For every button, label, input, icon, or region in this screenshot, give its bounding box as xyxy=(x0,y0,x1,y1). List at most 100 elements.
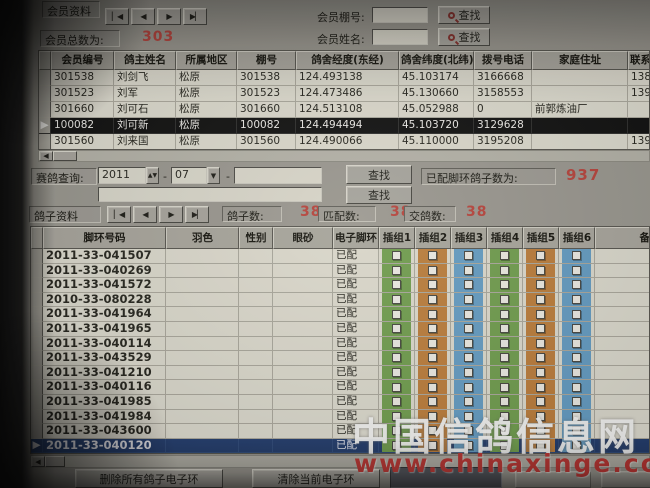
pigeon-table-row[interactable]: 2011-33-040116已配 xyxy=(31,380,649,395)
ring-search-button[interactable]: 查找 xyxy=(346,186,412,204)
pigeon-column-header[interactable]: 插组1 xyxy=(379,227,415,249)
member-column-header[interactable]: 联系电话 xyxy=(628,51,650,70)
group-checkbox-icon[interactable] xyxy=(392,397,401,406)
member-table-row[interactable]: 301538刘剑飞松原301538124.49313845.1031743166… xyxy=(39,70,649,86)
group-checkbox-icon[interactable] xyxy=(464,353,473,362)
member-nav-last-icon[interactable]: ▶▏ xyxy=(183,8,207,25)
member-column-header[interactable]: 家庭住址 xyxy=(532,51,628,70)
pigeon-nav-last-icon[interactable]: ▶▏ xyxy=(185,206,209,223)
member-column-header[interactable]: 会员编号 xyxy=(51,51,114,70)
pigeon-nav-prev-icon[interactable]: ◀ xyxy=(133,206,157,223)
group-checkbox-icon[interactable] xyxy=(572,266,581,275)
race-month-input[interactable]: 07 xyxy=(171,167,207,184)
group-checkbox-icon[interactable] xyxy=(464,339,473,348)
delete-all-rings-button[interactable]: 删除所有鸽子电子环 xyxy=(75,469,223,488)
member-nav-first-icon[interactable]: ▏◀ xyxy=(105,8,129,25)
pigeon-nav-first-icon[interactable]: ▏◀ xyxy=(107,206,131,223)
group-checkbox-icon[interactable] xyxy=(536,310,545,319)
group-checkbox-icon[interactable] xyxy=(500,353,509,362)
group-checkbox-icon[interactable] xyxy=(572,324,581,333)
member-column-header[interactable]: 鸽舍经度(东经) xyxy=(296,51,399,70)
group-checkbox-icon[interactable] xyxy=(464,368,473,377)
pigeon-column-header[interactable]: 性别 xyxy=(239,227,273,249)
group-checkbox-icon[interactable] xyxy=(572,310,581,319)
group-checkbox-icon[interactable] xyxy=(428,397,437,406)
group-checkbox-icon[interactable] xyxy=(572,383,581,392)
pigeon-table-row[interactable]: 2011-33-041572已配 xyxy=(31,278,649,293)
group-checkbox-icon[interactable] xyxy=(500,324,509,333)
member-name-search-button[interactable]: 查找 xyxy=(438,28,490,46)
month-dropdown-icon[interactable]: ▼ xyxy=(207,167,220,184)
group-checkbox-icon[interactable] xyxy=(428,295,437,304)
pigeon-column-header[interactable]: 备注 xyxy=(595,227,650,249)
group-checkbox-icon[interactable] xyxy=(536,339,545,348)
member-table-scrollbar[interactable]: ◀ xyxy=(38,150,650,162)
group-checkbox-icon[interactable] xyxy=(500,251,509,260)
group-checkbox-icon[interactable] xyxy=(536,368,545,377)
group-checkbox-icon[interactable] xyxy=(392,280,401,289)
group-checkbox-icon[interactable] xyxy=(392,310,401,319)
scrollbar-thumb[interactable] xyxy=(53,151,77,161)
group-checkbox-icon[interactable] xyxy=(500,295,509,304)
group-checkbox-icon[interactable] xyxy=(392,251,401,260)
pigeon-table-row[interactable]: 2011-33-041965已配 xyxy=(31,322,649,337)
member-table-row[interactable]: 301560刘来国松原301560124.49006645.1100003195… xyxy=(39,134,649,150)
group-checkbox-icon[interactable] xyxy=(392,266,401,275)
member-nav-prev-icon[interactable]: ◀ xyxy=(131,8,155,25)
group-checkbox-icon[interactable] xyxy=(572,339,581,348)
group-checkbox-icon[interactable] xyxy=(464,383,473,392)
group-checkbox-icon[interactable] xyxy=(392,339,401,348)
row-selector-header[interactable] xyxy=(39,51,51,70)
group-checkbox-icon[interactable] xyxy=(464,295,473,304)
group-checkbox-icon[interactable] xyxy=(428,251,437,260)
pigeon-table-row[interactable]: 2011-33-043529已配 xyxy=(31,351,649,366)
group-checkbox-icon[interactable] xyxy=(392,295,401,304)
group-checkbox-icon[interactable] xyxy=(392,383,401,392)
group-checkbox-icon[interactable] xyxy=(428,280,437,289)
group-checkbox-icon[interactable] xyxy=(464,324,473,333)
group-checkbox-icon[interactable] xyxy=(536,324,545,333)
pigeon-column-header[interactable]: 插组2 xyxy=(415,227,451,249)
group-checkbox-icon[interactable] xyxy=(572,251,581,260)
pigeon-column-header[interactable]: 插组5 xyxy=(523,227,559,249)
race-search-button[interactable]: 查找 xyxy=(346,165,412,184)
pigeon-column-header[interactable]: 眼砂 xyxy=(273,227,333,249)
pigeon-table-row[interactable]: 2011-33-041964已配 xyxy=(31,307,649,322)
group-checkbox-icon[interactable] xyxy=(464,397,473,406)
group-checkbox-icon[interactable] xyxy=(428,339,437,348)
pigeon-nav-next-icon[interactable]: ▶ xyxy=(159,206,183,223)
pigeon-column-header[interactable]: 插组3 xyxy=(451,227,487,249)
group-checkbox-icon[interactable] xyxy=(464,280,473,289)
group-checkbox-icon[interactable] xyxy=(500,397,509,406)
pigeon-column-header[interactable]: 插组4 xyxy=(487,227,523,249)
group-checkbox-icon[interactable] xyxy=(428,368,437,377)
group-checkbox-icon[interactable] xyxy=(500,339,509,348)
group-checkbox-icon[interactable] xyxy=(392,324,401,333)
group-checkbox-icon[interactable] xyxy=(500,310,509,319)
group-checkbox-icon[interactable] xyxy=(536,266,545,275)
pigeon-table-row[interactable]: 2011-33-041507已配 xyxy=(31,249,649,264)
group-checkbox-icon[interactable] xyxy=(536,280,545,289)
group-checkbox-icon[interactable] xyxy=(572,397,581,406)
group-checkbox-icon[interactable] xyxy=(464,310,473,319)
group-checkbox-icon[interactable] xyxy=(392,353,401,362)
pigeon-table-row[interactable]: 2011-33-040269已配 xyxy=(31,264,649,279)
group-checkbox-icon[interactable] xyxy=(500,280,509,289)
member-table-row[interactable]: 301660刘可石松原301660124.51310845.0529880前郭炼… xyxy=(39,102,649,118)
group-checkbox-icon[interactable] xyxy=(572,280,581,289)
ring-search-input[interactable] xyxy=(98,187,322,202)
member-shed-input[interactable] xyxy=(372,7,428,23)
group-checkbox-icon[interactable] xyxy=(464,251,473,260)
member-table-row[interactable]: 301523刘军松原301523124.47348645.13066031585… xyxy=(39,86,649,102)
group-checkbox-icon[interactable] xyxy=(500,383,509,392)
pigeon-column-header[interactable]: 插组6 xyxy=(559,227,595,249)
group-checkbox-icon[interactable] xyxy=(536,383,545,392)
pigeon-table-row[interactable]: 2011-33-040114已配 xyxy=(31,337,649,352)
group-checkbox-icon[interactable] xyxy=(500,368,509,377)
group-checkbox-icon[interactable] xyxy=(428,310,437,319)
pigeon-column-header[interactable]: 羽色 xyxy=(166,227,239,249)
pigeon-column-header[interactable]: 脚环号码 xyxy=(43,227,166,249)
group-checkbox-icon[interactable] xyxy=(572,295,581,304)
pigeon-column-header[interactable]: 电子脚环 xyxy=(333,227,379,249)
group-checkbox-icon[interactable] xyxy=(392,368,401,377)
